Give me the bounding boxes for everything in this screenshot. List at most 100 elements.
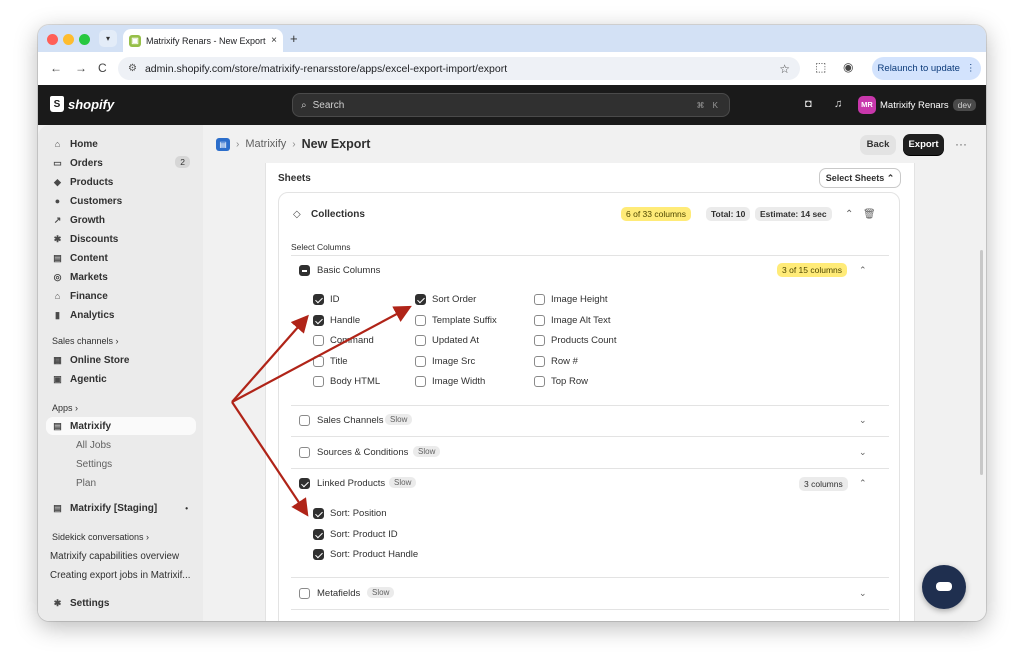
linked-checkbox-sort-position[interactable]: [313, 508, 324, 519]
sidebar-item-label: Content: [70, 252, 108, 264]
sidebar-item-orders[interactable]: ▭ Orders 2: [46, 154, 196, 172]
back-arrow-icon[interactable]: ←: [50, 61, 62, 75]
sidebar-item-products[interactable]: ◆ Products: [46, 173, 196, 191]
column-checkbox-products-count[interactable]: [534, 335, 545, 346]
sidebar-item-discounts[interactable]: ✱ Discounts: [46, 230, 196, 248]
divider: [291, 436, 889, 437]
select-sheets-button[interactable]: Select Sheets ⌃: [819, 168, 901, 188]
column-checkbox-sort-order[interactable]: [415, 294, 426, 305]
column-label: Top Row: [551, 376, 588, 387]
column-checkbox-image-width[interactable]: [415, 376, 426, 387]
bookmark-star-icon[interactable]: ☆: [779, 62, 790, 76]
url-text[interactable]: admin.shopify.com/store/matrixify-renars…: [145, 63, 771, 75]
store-icon: ▦: [53, 354, 62, 365]
sidebar-item-label: Analytics: [70, 309, 115, 321]
conversation-item[interactable]: Matrixify capabilities overview: [50, 551, 200, 562]
sidebar-item-all-jobs[interactable]: All Jobs: [46, 436, 196, 454]
divider: [291, 577, 889, 578]
column-checkbox-image-height[interactable]: [534, 294, 545, 305]
sidebar-item-app-settings[interactable]: Settings: [46, 455, 196, 473]
matrixify-app-icon[interactable]: ▤: [216, 137, 230, 151]
tag-icon: ◆: [54, 176, 61, 187]
chevron-down-icon[interactable]: ⌄: [859, 588, 867, 599]
sidebar-item-label: Matrixify [Staging]: [70, 502, 158, 514]
column-checkbox-updated-at[interactable]: [415, 335, 426, 346]
sidebar-item-markets[interactable]: ◎ Markets: [46, 268, 196, 286]
close-window-button[interactable]: [47, 34, 58, 45]
forward-arrow-icon[interactable]: →: [75, 61, 87, 75]
sidekick-heading[interactable]: Sidekick conversations ›: [52, 532, 149, 542]
sidebar-item-online-store[interactable]: ▦ Online Store: [46, 351, 196, 369]
page-scrollbar[interactable]: [980, 250, 983, 475]
sidebar-item-settings[interactable]: ✱ Settings: [46, 594, 196, 612]
chat-support-button[interactable]: [922, 565, 966, 609]
app-iframe: Sheets Select Sheets ⌃ ◇ Collections 6 o…: [265, 163, 915, 621]
group-label: Linked Products: [317, 478, 386, 489]
column-label: Row #: [551, 356, 578, 367]
minimize-window-button[interactable]: [63, 34, 74, 45]
sidebar-item-matrixify-staging[interactable]: ▤ Matrixify [Staging] •: [46, 499, 196, 517]
column-checkbox-handle[interactable]: [313, 315, 324, 326]
linked-checkbox-sort-product-id[interactable]: [313, 529, 324, 540]
sidebar-item-customers[interactable]: ● Customers: [46, 192, 196, 210]
reload-icon[interactable]: C: [98, 61, 107, 75]
column-label: Command: [330, 335, 374, 346]
sales-channels-heading[interactable]: Sales channels ›: [52, 336, 119, 346]
column-checkbox-image-alt-text[interactable]: [534, 315, 545, 326]
browser-tab-active[interactable]: ▣ Matrixify Renars - New Export ×: [123, 29, 283, 52]
sidebar-item-matrixify[interactable]: ▤ Matrixify: [46, 417, 196, 435]
basic-columns-checkbox[interactable]: [299, 265, 310, 276]
linked-checkbox-sort-product-handle[interactable]: [313, 549, 324, 560]
column-checkbox-body-html[interactable]: [313, 376, 324, 387]
sales-channels-checkbox[interactable]: [299, 415, 310, 426]
extensions-icon[interactable]: ⬚: [815, 60, 826, 74]
trash-icon[interactable]: 🗑: [863, 209, 876, 220]
sheets-heading: Sheets: [278, 173, 311, 184]
search-input[interactable]: ⌕ Search ⌘ K: [292, 93, 730, 117]
chevron-up-icon[interactable]: ⌃: [859, 265, 867, 276]
site-settings-icon[interactable]: ⚙: [128, 63, 137, 74]
chevron-up-icon[interactable]: ⌃: [859, 478, 867, 489]
close-tab-icon[interactable]: ×: [271, 35, 277, 46]
chevron-up-icon[interactable]: ⌃: [845, 209, 853, 220]
divider: [291, 609, 889, 610]
sidebar-item-analytics[interactable]: ▮ Analytics: [46, 306, 196, 324]
maximize-window-button[interactable]: [79, 34, 90, 45]
sidebar-item-content[interactable]: ▤ Content: [46, 249, 196, 267]
new-tab-button[interactable]: +: [290, 31, 298, 46]
export-button[interactable]: Export: [903, 134, 944, 155]
column-checkbox-top-row[interactable]: [534, 376, 545, 387]
sidebar-item-agentic[interactable]: ▣ Agentic: [46, 370, 196, 388]
relaunch-update-button[interactable]: Relaunch to update ⋮: [872, 57, 981, 80]
gear-icon: ✱: [53, 597, 62, 608]
address-bar[interactable]: ⚙ admin.shopify.com/store/matrixify-rena…: [118, 57, 800, 80]
column-checkbox-row-number[interactable]: [534, 356, 545, 367]
chevron-down-icon[interactable]: ⌄: [859, 447, 867, 458]
sidebar-item-growth[interactable]: ↗ Growth: [46, 211, 196, 229]
column-label: Image Height: [551, 294, 608, 305]
shopify-logo[interactable]: S shopify: [50, 96, 114, 112]
apps-heading[interactable]: Apps ›: [52, 403, 78, 413]
tab-search-dropdown-icon[interactable]: ▾: [99, 30, 117, 47]
store-menu[interactable]: MR Matrixify Renars dev: [858, 95, 977, 115]
linked-products-checkbox[interactable]: [299, 478, 310, 489]
bell-icon[interactable]: ♫: [834, 98, 842, 110]
column-checkbox-title[interactable]: [313, 356, 324, 367]
metafields-checkbox[interactable]: [299, 588, 310, 599]
column-checkbox-template-suffix[interactable]: [415, 315, 426, 326]
more-actions-icon[interactable]: ···: [955, 137, 967, 151]
column-checkbox-id[interactable]: [313, 294, 324, 305]
sidebar-item-plan[interactable]: Plan: [46, 474, 196, 492]
sources-conditions-checkbox[interactable]: [299, 447, 310, 458]
column-checkbox-command[interactable]: [313, 335, 324, 346]
column-checkbox-image-src[interactable]: [415, 356, 426, 367]
sidebar-item-finance[interactable]: ⌂ Finance: [46, 287, 196, 305]
profile-icon[interactable]: ◉: [843, 60, 853, 74]
conversation-item[interactable]: Creating export jobs in Matrixif...: [50, 570, 200, 581]
chevron-down-icon[interactable]: ⌄: [859, 415, 867, 426]
back-button[interactable]: Back: [860, 135, 896, 155]
sidebar-item-home[interactable]: ⌂ Home: [46, 135, 196, 153]
page-title: New Export: [301, 137, 371, 151]
sidekick-icon[interactable]: ◘: [805, 98, 812, 110]
breadcrumb-app-link[interactable]: Matrixify: [245, 138, 286, 150]
